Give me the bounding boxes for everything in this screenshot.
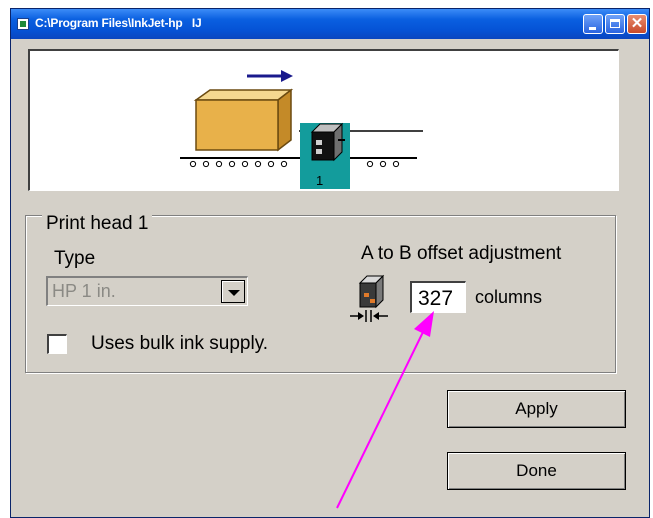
bulk-ink-label: Uses bulk ink supply. bbox=[91, 333, 269, 354]
type-selected-value: HP 1 in. bbox=[52, 281, 116, 301]
columns-unit-label: columns bbox=[475, 287, 543, 307]
apply-button[interactable]: Apply bbox=[447, 390, 626, 428]
chevron-down-icon[interactable] bbox=[221, 280, 245, 303]
print-head-group-label: Print head 1 bbox=[42, 213, 153, 235]
bulk-ink-checkbox[interactable] bbox=[47, 334, 67, 354]
done-button[interactable]: Done bbox=[447, 452, 626, 490]
offset-columns-input[interactable] bbox=[410, 281, 466, 313]
offset-adjustment-label: A to B offset adjustment bbox=[361, 243, 562, 264]
print-head-icon bbox=[300, 122, 350, 189]
type-label: Type bbox=[54, 248, 96, 269]
head-number-label: 1 bbox=[316, 173, 323, 188]
type-dropdown[interactable]: HP 1 in. bbox=[46, 276, 248, 306]
direction-arrow-icon bbox=[247, 70, 293, 82]
package-box-icon bbox=[193, 88, 294, 152]
